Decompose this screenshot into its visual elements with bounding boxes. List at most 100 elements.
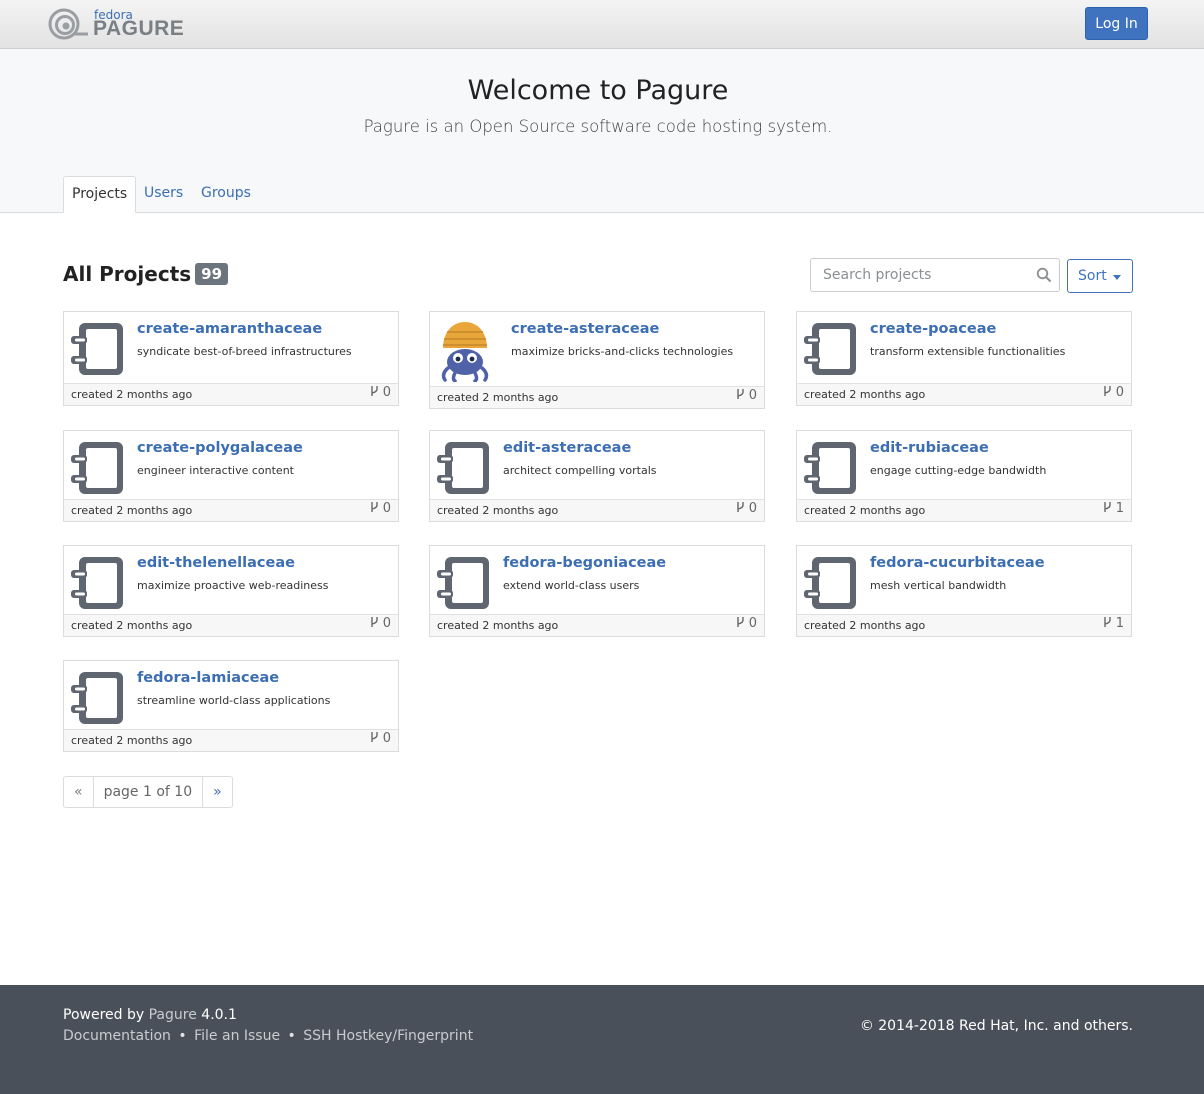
project-name-link[interactable]: create-asteraceae [511, 321, 659, 337]
fork-count: 0 [370, 501, 391, 516]
pagination: « page 1 of 10 » [63, 776, 233, 808]
fork-count: 0 [1103, 385, 1124, 400]
project-card[interactable]: create-polygalaceae engineer interactive … [63, 430, 399, 522]
project-description: engineer interactive content [137, 464, 294, 477]
project-card[interactable]: edit-rubiaceae engage cutting-edge bandwi… [796, 430, 1132, 522]
project-created-date: created 2 months ago [437, 391, 559, 404]
fork-count-value: 0 [748, 501, 757, 516]
project-card-footer: created 2 months ago 0 [430, 386, 764, 408]
project-name-link[interactable]: create-amaranthaceae [137, 321, 322, 337]
tab-groups[interactable]: Groups [193, 176, 259, 213]
repo-icon [802, 439, 860, 501]
fork-count-value: 0 [382, 385, 391, 400]
project-created-date: created 2 months ago [437, 504, 559, 517]
page-title: Welcome to Pagure [467, 75, 729, 106]
project-card-footer: created 2 months ago 0 [430, 499, 764, 521]
repo-icon [435, 554, 493, 616]
footer-separator: • [287, 1028, 296, 1044]
project-name-link[interactable]: edit-asteraceae [503, 440, 631, 456]
repo-icon [69, 439, 127, 501]
fork-count-value: 0 [382, 501, 391, 516]
project-description: architect compelling vortals [503, 464, 657, 477]
chevron-down-icon [1113, 275, 1121, 280]
fork-icon [736, 616, 749, 631]
project-name-link[interactable]: fedora-lamiaceae [137, 670, 279, 686]
powered-by: Powered by Pagure 4.0.1 [63, 1007, 237, 1023]
project-created-date: created 2 months ago [71, 504, 193, 517]
pagure-swirl-icon [48, 8, 88, 40]
pagination-label: page 1 of 10 [92, 776, 204, 808]
project-description: streamline world-class applications [137, 694, 331, 707]
pagure-link[interactable]: Pagure [149, 1007, 197, 1023]
project-card-footer: created 2 months ago 1 [797, 499, 1131, 521]
project-description: transform extensible functionalities [870, 345, 1066, 358]
fork-icon [370, 731, 383, 746]
project-card[interactable]: create-amaranthaceae syndicate best-of-br… [63, 311, 399, 406]
project-description: maximize bricks-and-clicks technologies [511, 345, 734, 358]
fork-icon [370, 616, 383, 631]
footer-links: Documentation • File an Issue • SSH Host… [63, 1028, 473, 1044]
fork-count: 1 [1103, 501, 1124, 516]
project-name-link[interactable]: create-polygalaceae [137, 440, 303, 456]
project-card-footer: created 2 months ago 0 [64, 614, 398, 636]
project-card[interactable]: fedora-begoniaceae extend world-class use… [429, 545, 765, 637]
projects-count-badge: 99 [195, 263, 229, 285]
copyright-text: © 2014-2018 Red Hat, Inc. and others. [859, 1018, 1133, 1034]
project-card-footer: created 2 months ago 0 [64, 383, 398, 405]
pagination-next[interactable]: » [202, 776, 233, 808]
projects-heading: All Projects 99 [63, 262, 229, 286]
login-button[interactable]: Log In [1085, 7, 1148, 40]
pagure-logo[interactable]: fedora PAGURE [48, 7, 184, 41]
fork-count: 0 [370, 385, 391, 400]
powered-by-prefix: Powered by [63, 1007, 145, 1023]
project-card[interactable]: create-asteraceae maximize bricks-and-cli… [429, 311, 765, 409]
fork-icon [1103, 501, 1116, 516]
pagination-prev[interactable]: « [63, 776, 94, 808]
repo-icon [435, 439, 493, 501]
project-name-link[interactable]: create-poaceae [870, 321, 996, 337]
fork-icon [736, 501, 749, 516]
fork-count: 0 [736, 501, 757, 516]
ssh-hostkey-link[interactable]: SSH Hostkey/Fingerprint [303, 1028, 473, 1044]
fork-count-value: 0 [748, 616, 757, 631]
repo-icon [69, 320, 127, 382]
project-created-date: created 2 months ago [71, 734, 193, 747]
project-name-link[interactable]: fedora-cucurbitaceae [870, 555, 1045, 571]
fork-icon [370, 501, 383, 516]
project-card-footer: created 2 months ago 0 [797, 383, 1131, 405]
project-created-date: created 2 months ago [804, 619, 926, 632]
tab-projects[interactable]: Projects [63, 176, 137, 213]
file-issue-link[interactable]: File an Issue [194, 1028, 280, 1044]
fork-count-value: 0 [748, 388, 757, 403]
project-name-link[interactable]: fedora-begoniaceae [503, 555, 666, 571]
project-card[interactable]: create-poaceae transform extensible funct… [796, 311, 1132, 406]
search-box [810, 258, 1060, 292]
sort-dropdown-button[interactable]: Sort [1067, 259, 1133, 293]
project-name-link[interactable]: edit-thelenellaceae [137, 555, 295, 571]
repo-icon [69, 669, 127, 731]
project-description: syndicate best-of-breed infrastructures [137, 345, 352, 358]
project-card[interactable]: edit-asteraceae architect compelling vort… [429, 430, 765, 522]
project-card[interactable]: fedora-cucurbitaceae mesh vertical bandwi… [796, 545, 1132, 637]
project-card-footer: created 2 months ago 1 [797, 614, 1131, 636]
fork-icon [736, 388, 749, 403]
hermit-crab-avatar-icon [435, 318, 495, 386]
fork-count: 0 [736, 388, 757, 403]
documentation-link[interactable]: Documentation [63, 1028, 171, 1044]
project-created-date: created 2 months ago [71, 388, 193, 401]
project-card-footer: created 2 months ago 0 [64, 499, 398, 521]
page-footer: Powered by Pagure 4.0.1 Documentation • … [0, 985, 1204, 1094]
tab-users[interactable]: Users [136, 176, 191, 213]
search-input[interactable] [811, 259, 1031, 291]
project-card[interactable]: edit-thelenellaceae maximize proactive we… [63, 545, 399, 637]
project-created-date: created 2 months ago [804, 504, 926, 517]
projects-heading-label: All Projects [63, 262, 192, 286]
repo-icon [802, 554, 860, 616]
project-description: extend world-class users [503, 579, 640, 592]
fork-count: 0 [370, 731, 391, 746]
project-name-link[interactable]: edit-rubiaceae [870, 440, 989, 456]
fork-count-value: 0 [382, 731, 391, 746]
project-card[interactable]: fedora-lamiaceae streamline world-class a… [63, 660, 399, 752]
search-icon[interactable] [1036, 267, 1052, 283]
repo-icon [69, 554, 127, 616]
